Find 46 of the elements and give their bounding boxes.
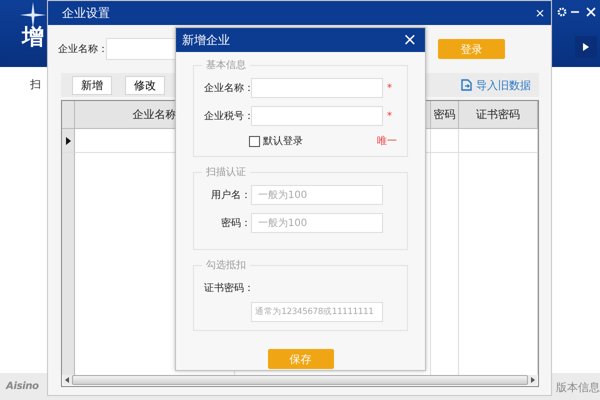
column-header: 密码	[431, 101, 459, 129]
corner-header	[62, 101, 75, 129]
required-mark: *	[387, 110, 392, 122]
field-label: 证书密码：	[204, 282, 251, 295]
group-legend: 扫描认证	[202, 165, 250, 179]
input-field[interactable]	[251, 78, 383, 98]
toolbar-button[interactable]: 新增	[72, 76, 112, 94]
scroll-right-icon[interactable]	[531, 377, 535, 383]
field-label: 企业名称：	[204, 82, 251, 95]
close-button[interactable]: ×	[534, 7, 545, 19]
field-label: 用户名：	[210, 188, 251, 202]
toolbar-button[interactable]: 修改	[125, 76, 165, 94]
input-placeholder: 一般为100	[258, 188, 308, 202]
input-field[interactable]	[106, 38, 176, 60]
field-label: 企业名称：	[58, 42, 106, 56]
import-link[interactable]: 导入旧数据	[476, 78, 531, 92]
input-placeholder: 通常为12345678或11111111	[255, 306, 374, 318]
window-title: 新增企业	[182, 32, 230, 48]
checkbox[interactable]	[249, 136, 260, 146]
checkbox-label[interactable]: 默认登录	[263, 134, 303, 148]
play-icon	[583, 43, 589, 51]
import-icon[interactable]	[461, 79, 472, 91]
save-button[interactable]: 保存	[268, 349, 334, 369]
input-field[interactable]	[251, 106, 383, 126]
app-title: 增	[22, 24, 44, 52]
version-link[interactable]: 版本信息	[556, 380, 600, 395]
field-label: 密码：	[220, 216, 251, 230]
brand-logo: Aisino	[6, 381, 39, 392]
required-mark: *	[387, 82, 392, 94]
close-icon[interactable]	[586, 7, 596, 17]
scroll-left-icon[interactable]	[65, 377, 69, 383]
input-placeholder: 一般为100	[258, 216, 308, 230]
row-header[interactable]	[62, 129, 75, 153]
input-field[interactable]: 一般为100	[251, 213, 383, 233]
side-label: 扫	[30, 77, 41, 92]
group-legend: 基本信息	[202, 58, 250, 72]
login-button[interactable]: 登录	[438, 39, 505, 59]
note-text: 唯一	[377, 134, 397, 148]
column-header: 证书密码	[459, 101, 538, 129]
close-button[interactable]: ×	[402, 32, 417, 48]
window-title: 企业设置	[62, 4, 110, 22]
group-legend: 勾选抵扣	[202, 258, 250, 272]
input-field[interactable]: 通常为12345678或11111111	[251, 302, 383, 322]
expand-button[interactable]	[575, 36, 597, 58]
input-field[interactable]: 一般为100	[251, 185, 383, 205]
settings-icon[interactable]	[557, 7, 567, 17]
